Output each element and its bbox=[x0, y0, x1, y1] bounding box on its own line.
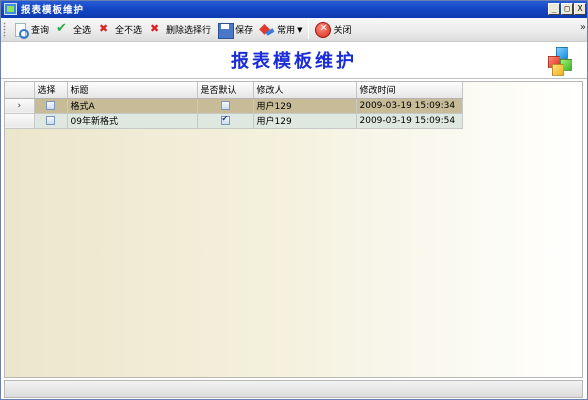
select-cell[interactable] bbox=[34, 113, 68, 129]
banner: 报表模板维护 bbox=[0, 43, 588, 79]
common-icon bbox=[259, 21, 275, 38]
close-label: 关闭 bbox=[333, 26, 352, 36]
delete-selected-button[interactable]: 删除选择行 bbox=[145, 20, 214, 40]
close-button[interactable]: 关闭 bbox=[312, 20, 354, 40]
delete-icon bbox=[148, 22, 164, 38]
window-controls: _ □ X bbox=[547, 3, 586, 15]
grid-table: 选择 标题 是否默认 修改人 修改时间 › 格式A 用户129 2009-03-… bbox=[5, 82, 463, 129]
status-bar bbox=[4, 380, 583, 398]
toolbar-overflow-button[interactable]: » bbox=[580, 22, 586, 33]
modifier-cell[interactable]: 用户129 bbox=[253, 113, 357, 129]
toolbar-separator bbox=[308, 20, 310, 39]
row-indicator-header bbox=[5, 82, 35, 99]
chevron-down-icon: ▼ bbox=[297, 25, 303, 34]
maximize-button[interactable]: □ bbox=[561, 3, 573, 15]
save-button[interactable]: 保存 bbox=[214, 20, 256, 40]
delete-selected-label: 删除选择行 bbox=[166, 26, 212, 36]
select-checkbox[interactable] bbox=[46, 100, 55, 110]
query-label: 查询 bbox=[31, 26, 50, 36]
cubes-logo-icon bbox=[546, 47, 578, 77]
modified-time-cell[interactable]: 2009-03-19 15:09:34 bbox=[356, 98, 463, 114]
current-row-arrow-icon: › bbox=[17, 100, 22, 111]
title-cell[interactable]: 格式A bbox=[67, 98, 198, 114]
select-none-button[interactable]: 全不选 bbox=[94, 20, 145, 40]
select-checkbox[interactable] bbox=[46, 115, 55, 125]
select-cell[interactable] bbox=[34, 98, 68, 114]
save-icon bbox=[217, 22, 235, 39]
title-bar: 报表模板维护 _ □ X bbox=[0, 0, 588, 18]
column-header-modifier[interactable]: 修改人 bbox=[253, 82, 357, 99]
default-cell[interactable] bbox=[197, 98, 254, 114]
minimize-button[interactable]: _ bbox=[548, 3, 560, 15]
modified-time-cell[interactable]: 2009-03-19 15:09:54 bbox=[356, 113, 463, 129]
table-row[interactable]: 09年新格式 用户129 2009-03-19 15:09:54 bbox=[5, 113, 463, 129]
column-header-select[interactable]: 选择 bbox=[34, 82, 68, 99]
select-none-label: 全不选 bbox=[115, 26, 143, 36]
row-indicator[interactable]: › bbox=[5, 98, 35, 114]
select-all-button[interactable]: 全选 bbox=[52, 20, 94, 40]
title-cell[interactable]: 09年新格式 bbox=[67, 113, 198, 129]
column-header-title[interactable]: 标题 bbox=[67, 82, 198, 99]
query-button[interactable]: 查询 bbox=[10, 20, 52, 40]
column-header-default[interactable]: 是否默认 bbox=[197, 82, 254, 99]
check-icon bbox=[55, 21, 71, 38]
row-indicator[interactable] bbox=[5, 113, 35, 129]
save-label: 保存 bbox=[235, 26, 254, 36]
toolbar: 查询 全选 全不选 删除选择行 保存 常用 ▼ 关闭 » bbox=[0, 18, 588, 42]
page-title: 报表模板维护 bbox=[231, 51, 357, 72]
common-dropdown-button[interactable]: 常用 ▼ bbox=[256, 20, 305, 40]
window-title: 报表模板维护 bbox=[21, 5, 85, 16]
default-checkbox[interactable] bbox=[220, 114, 230, 125]
select-all-label: 全选 bbox=[73, 26, 92, 36]
column-header-modified-time[interactable]: 修改时间 bbox=[356, 82, 463, 99]
app-icon bbox=[4, 3, 17, 15]
template-grid[interactable]: 选择 标题 是否默认 修改人 修改时间 › 格式A 用户129 2009-03-… bbox=[4, 81, 583, 378]
common-label: 常用 bbox=[277, 26, 296, 36]
search-icon bbox=[13, 22, 29, 39]
grid-header-row: 选择 标题 是否默认 修改人 修改时间 bbox=[5, 82, 463, 99]
toolbar-grip[interactable] bbox=[3, 21, 6, 38]
close-window-button[interactable]: X bbox=[574, 3, 586, 15]
close-icon bbox=[315, 21, 332, 38]
default-cell[interactable] bbox=[197, 113, 254, 129]
table-row[interactable]: › 格式A 用户129 2009-03-19 15:09:34 bbox=[5, 98, 463, 114]
modifier-cell[interactable]: 用户129 bbox=[253, 98, 357, 114]
x-icon bbox=[97, 22, 113, 38]
default-checkbox[interactable] bbox=[220, 100, 230, 110]
